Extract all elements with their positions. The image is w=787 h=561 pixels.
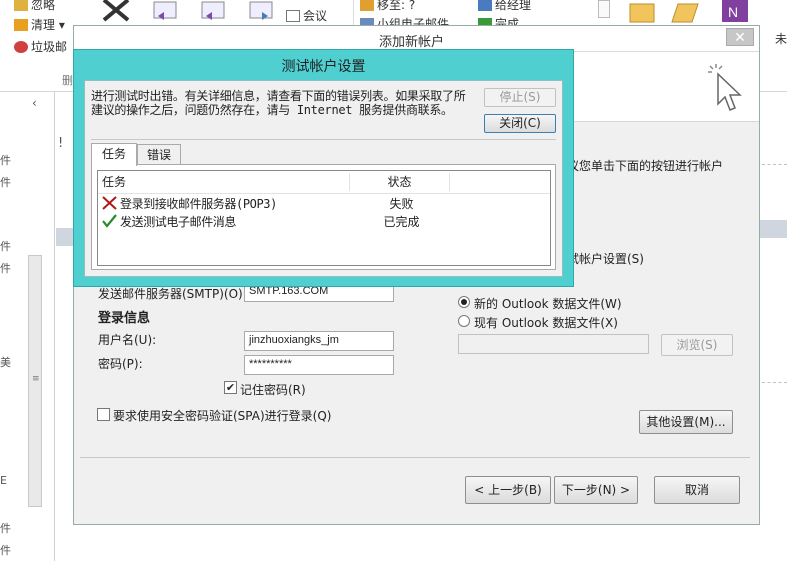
task-list: 任务 状态 登录到接收邮件服务器(POP3) 失败 发送测试电子邮件消息 已完成 xyxy=(97,170,551,266)
message-divider xyxy=(91,139,556,140)
junk-icon xyxy=(14,41,28,53)
list-divider xyxy=(762,164,787,165)
new-data-file-radio[interactable] xyxy=(458,296,470,308)
test-dialog-body: 进行测试时出错。有关详细信息，请查看下面的错误列表。如果采取了所建议的操作之后，… xyxy=(84,80,563,277)
remember-password-label: 记住密码(R) xyxy=(240,383,306,397)
task-status: 失败 xyxy=(389,197,414,211)
header-divider xyxy=(98,193,550,194)
meeting-button[interactable]: 会议 xyxy=(286,7,327,24)
smtp-label: 发送邮件服务器(SMTP)(O): xyxy=(98,287,247,301)
importance-mark: ! xyxy=(58,136,64,151)
back-button[interactable]: < 上一步(B) xyxy=(465,476,551,504)
username-input[interactable]: jinzhuoxiangks_jm xyxy=(244,331,394,351)
list-divider xyxy=(762,382,787,383)
junk-button[interactable]: 垃圾邮 xyxy=(14,38,67,55)
reply-icon[interactable] xyxy=(150,0,180,22)
quick-steps-scroll[interactable] xyxy=(598,0,610,18)
more-settings-button[interactable]: 其他设置(M)... xyxy=(639,410,733,434)
delete-x-icon[interactable] xyxy=(100,0,132,22)
column-header-task[interactable]: 任务 xyxy=(98,173,350,191)
selected-row-strip-right xyxy=(760,220,787,238)
data-file-path-input[interactable] xyxy=(458,334,649,354)
stop-button[interactable]: 停止(S) xyxy=(484,88,556,107)
unread-label: 未 xyxy=(775,32,787,46)
folder-mark: 件 xyxy=(0,522,11,535)
reply-all-icon[interactable] xyxy=(198,0,228,22)
spa-checkbox[interactable] xyxy=(97,408,110,421)
rules-folder-icon[interactable] xyxy=(670,0,700,24)
folder-mark: 件 xyxy=(0,262,11,275)
delete-group-label: 删 xyxy=(62,74,73,87)
move-to-button[interactable]: 移至: ? xyxy=(360,0,415,13)
test-account-dialog: 测试帐户设置 进行测试时出错。有关详细信息，请查看下面的错误列表。如果采取了所建… xyxy=(73,49,574,287)
task-name: 发送测试电子邮件消息 xyxy=(120,215,237,229)
test-settings-label: 试帐户设置(S) xyxy=(567,252,644,266)
folder-mark: 件 xyxy=(0,240,11,253)
add-account-title: 添加新帐户 xyxy=(379,35,445,50)
folder-mark: E xyxy=(0,474,7,487)
folder-mark: 美 xyxy=(0,356,11,369)
footer-divider xyxy=(80,457,750,458)
new-data-file-label: 新的 Outlook 数据文件(W) xyxy=(474,297,622,311)
folder-mark: 件 xyxy=(0,154,11,167)
folder-mark: 件 xyxy=(0,544,11,557)
spa-label: 要求使用安全密码验证(SPA)进行登录(Q) xyxy=(113,409,332,423)
green-check-icon xyxy=(102,214,117,228)
username-label: 用户名(U): xyxy=(98,333,157,347)
tab-tasks[interactable]: 任务 xyxy=(91,143,137,166)
ignore-icon xyxy=(14,0,28,11)
manager-icon xyxy=(478,0,492,11)
error-message: 进行测试时出错。有关详细信息，请查看下面的错误列表。如果采取了所建议的操作之后，… xyxy=(91,89,466,117)
folder-mark: 件 xyxy=(0,176,11,189)
browse-button[interactable]: 浏览(S) xyxy=(661,334,733,356)
clean-button[interactable]: 清理 ▾ xyxy=(14,16,65,33)
to-manager-button[interactable]: 给经理 xyxy=(478,0,531,13)
folder-scrollbar[interactable]: ≡ xyxy=(28,255,42,507)
scroll-grip-icon: ≡ xyxy=(32,374,40,384)
selected-row-strip xyxy=(56,228,74,246)
instruction-text: 议您单击下面的按钮进行帐户 xyxy=(567,159,724,173)
move-folder-icon[interactable] xyxy=(628,0,658,24)
task-status: 已完成 xyxy=(383,215,420,229)
next-button[interactable]: 下一步(N) > xyxy=(554,476,638,504)
close-dialog-button[interactable]: 关闭(C) xyxy=(484,114,556,133)
column-header-status[interactable]: 状态 xyxy=(350,173,450,191)
existing-data-file-radio[interactable] xyxy=(458,315,470,327)
remember-password-checkbox[interactable]: ✔ xyxy=(224,381,237,394)
forward-icon[interactable] xyxy=(246,0,276,22)
cancel-button[interactable]: 取消 xyxy=(654,476,740,504)
tasks-panel: 任务 状态 登录到接收邮件服务器(POP3) 失败 发送测试电子邮件消息 已完成 xyxy=(91,164,556,270)
move-icon xyxy=(360,0,374,11)
tab-errors[interactable]: 错误 xyxy=(137,144,181,166)
calendar-icon xyxy=(286,10,300,22)
task-name: 登录到接收邮件服务器(POP3) xyxy=(120,197,277,211)
ignore-button[interactable]: 忽略 xyxy=(14,0,55,13)
login-section-heading: 登录信息 xyxy=(98,311,151,326)
password-label: 密码(P): xyxy=(98,357,143,371)
password-input[interactable]: ********** xyxy=(244,355,394,375)
test-dialog-title: 测试帐户设置 xyxy=(281,59,366,75)
collapse-pane-icon[interactable]: ‹ xyxy=(32,96,37,110)
close-button[interactable]: ✕ xyxy=(726,28,754,46)
onenote-icon[interactable]: N xyxy=(718,0,750,24)
red-x-icon xyxy=(102,196,117,210)
svg-text:N: N xyxy=(728,4,738,20)
existing-data-file-label: 现有 Outlook 数据文件(X) xyxy=(474,316,618,330)
clean-icon xyxy=(14,19,28,31)
wizard-cursor-icon xyxy=(708,64,742,111)
